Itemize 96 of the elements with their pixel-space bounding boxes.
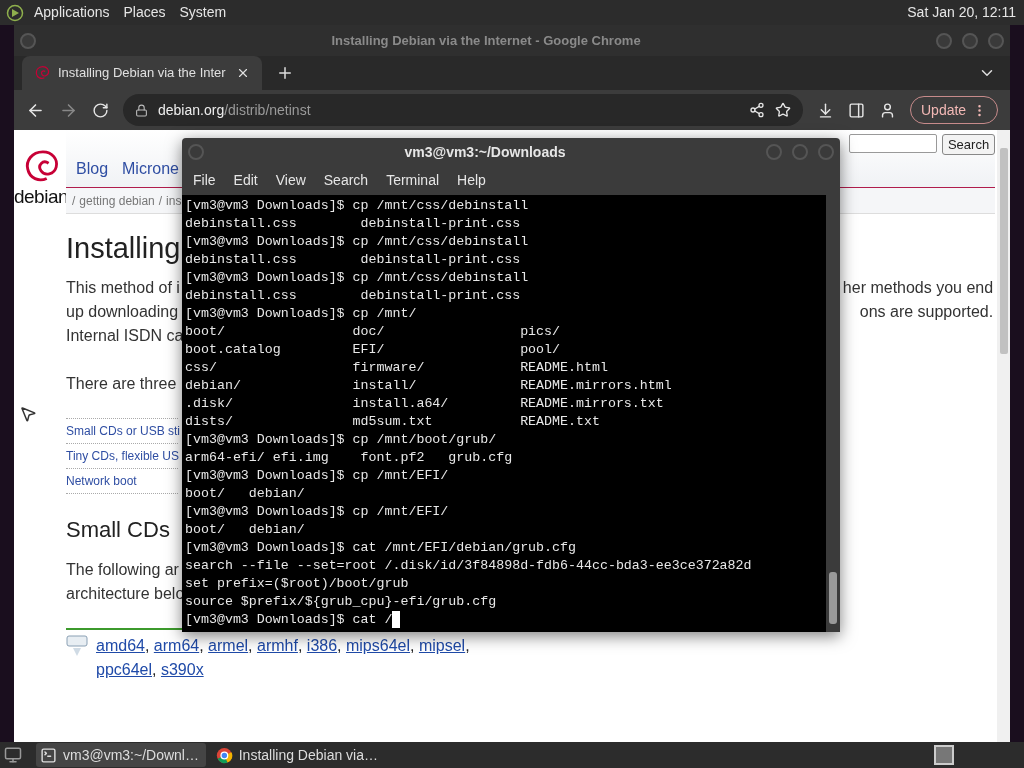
paragraph-text: The following ar — [66, 560, 179, 580]
comma-separator: , — [152, 661, 157, 678]
terminal-line: [vm3@vm3 Downloads]$ cp /mnt/css/debinstall — [185, 233, 529, 251]
terminal-line: dists/ md5sum.txt README.txt — [185, 413, 600, 431]
paragraph-text: There are three — [66, 374, 177, 394]
menu-logo-icon[interactable] — [6, 3, 24, 22]
workspace-switcher[interactable] — [934, 745, 954, 765]
nav-link[interactable]: Microne — [122, 157, 179, 181]
terminal-line: [vm3@vm3 Downloads]$ cp /mnt/css/debinstall — [185, 197, 529, 215]
paragraph-text: ons are supported. — [859, 302, 994, 322]
comma-separator: , — [297, 637, 303, 654]
terminal-line: [vm3@vm3 Downloads]$ cp /mnt/EFI/ — [185, 467, 449, 485]
comma-separator: , — [144, 637, 150, 654]
terminal-line: debinstall.css debinstall-print.css — [185, 287, 521, 305]
breadcrumb-link[interactable]: getting debian — [79, 191, 155, 210]
toc-link[interactable]: Tiny CDs, flexible US — [66, 447, 179, 465]
terminal-line: set prefix=($root)/boot/grub — [185, 575, 409, 593]
architecture-link[interactable]: amd64 — [96, 637, 145, 654]
architecture-link[interactable]: mips64el — [346, 637, 410, 654]
terminal-line: boot/ doc/ pics/ — [185, 323, 561, 341]
terminal-line: [vm3@vm3 Downloads]$ cp /mnt/EFI/ — [185, 503, 449, 521]
comma-separator: , — [465, 637, 470, 654]
window-title: Installing Debian via the Internet - Google Chrome — [330, 31, 642, 50]
lock-icon — [135, 103, 148, 117]
terminal-icon — [40, 746, 57, 764]
architecture-link[interactable]: armel — [208, 637, 249, 654]
toc-link[interactable]: Small CDs or USB sti — [66, 422, 181, 440]
architecture-link[interactable]: armhf — [257, 637, 298, 654]
terminal-menu[interactable]: Search — [316, 170, 376, 191]
address-bar[interactable]: debian.org/distrib/netinst — [123, 94, 803, 126]
terminal-menu[interactable]: Terminal — [379, 170, 447, 191]
terminal-line: boot/ debian/ — [185, 485, 305, 503]
browser-tab[interactable]: Installing Debian via the Inter — [22, 56, 262, 90]
terminal-line: source $prefix/${grub_cpu}-efi/grub.cfg — [185, 593, 497, 611]
panel-menu[interactable]: System — [179, 2, 227, 23]
tab-favicon-icon — [34, 65, 50, 81]
terminal-line: debinstall.css debinstall-print.css — [185, 251, 521, 269]
terminal-line: [vm3@vm3 Downloads]$ cp /mnt/ — [185, 305, 417, 323]
paragraph-text: her methods you end — [842, 278, 994, 298]
terminal-menu[interactable]: Help — [450, 170, 493, 191]
terminal-line: boot.catalog EFI/ pool/ — [185, 341, 561, 359]
terminal-menu[interactable]: Edit — [226, 170, 265, 191]
comma-separator: , — [199, 637, 204, 654]
breadcrumb-separator: / — [158, 192, 163, 210]
bookmark-star-icon[interactable] — [775, 102, 791, 118]
section-heading: Small CDs — [66, 516, 170, 544]
architecture-link[interactable]: arm64 — [153, 637, 200, 654]
toc-link[interactable]: Network boot — [66, 472, 137, 490]
search-field[interactable] — [848, 134, 937, 153]
clock: Sat Jan 20, 12:11 — [907, 3, 1017, 22]
breadcrumb-separator: / — [72, 192, 76, 210]
architecture-link[interactable]: s390x — [160, 661, 204, 678]
terminal-line: [vm3@vm3 Downloads]$ cp /mnt/css/debinstall — [185, 269, 529, 287]
panel-menu[interactable]: Places — [123, 2, 166, 23]
reload-icon[interactable] — [92, 101, 109, 119]
paragraph-text: Internal ISDN ca — [66, 326, 184, 346]
terminal-line: debian/ install/ README.mirrors.html — [185, 377, 672, 395]
comma-separator: , — [337, 637, 342, 654]
terminal-line: debinstall.css debinstall-print.css — [185, 215, 521, 233]
terminal-line: [vm3@vm3 Downloads]$ cat / — [185, 611, 393, 629]
terminal-line: [vm3@vm3 Downloads]$ cp /mnt/boot/grub/ — [185, 431, 497, 449]
terminal-line: css/ firmware/ README.html — [185, 359, 608, 377]
share-icon[interactable] — [749, 102, 765, 118]
terminal-line: arm64-efi/ efi.img font.pf2 grub.cfg — [185, 449, 513, 467]
terminal-line: .disk/ install.a64/ README.mirrors.txt — [185, 395, 664, 413]
comma-separator: , — [248, 637, 253, 654]
terminal-menu[interactable]: View — [268, 170, 313, 191]
window-title: vm3@vm3:~/Downloads — [403, 142, 567, 162]
taskbar-item[interactable]: Installing Debian via… — [212, 743, 382, 767]
panel-menu[interactable]: Applications — [34, 2, 110, 23]
terminal-menu[interactable]: File — [186, 170, 223, 191]
architecture-link[interactable]: ppc64el — [96, 661, 153, 678]
terminal-line: boot/ debian/ — [185, 521, 305, 539]
nav-link[interactable]: Blog — [76, 157, 109, 181]
new-tab-icon[interactable] — [276, 64, 294, 82]
mouse-pointer-icon — [19, 405, 37, 423]
page-scrollbar[interactable] — [997, 130, 1011, 742]
search-button[interactable]: Search — [941, 134, 996, 155]
breadcrumb-link[interactable]: ins — [166, 191, 182, 210]
comma-separator: , — [410, 637, 415, 654]
download-icon[interactable] — [817, 101, 834, 119]
logo-text: debian — [13, 186, 69, 208]
show-desktop-icon[interactable] — [4, 746, 22, 764]
url-text: debian.org/distrib/netinst — [158, 100, 312, 120]
side-panel-icon[interactable] — [848, 101, 865, 119]
architecture-link[interactable]: mipsel — [418, 637, 466, 654]
profile-icon[interactable] — [879, 101, 896, 119]
terminal-line: [vm3@vm3 Downloads]$ cat /mnt/EFI/debian/grub.cfg — [185, 539, 576, 557]
taskbar-item[interactable]: vm3@vm3:~/Downl… — [36, 743, 206, 767]
page-heading: Installing — [66, 231, 181, 266]
close-icon[interactable] — [236, 66, 250, 80]
terminal-line: search --file --set=root /.disk/id/3f84898d-fdb6-44cc-bda3-ee3ce372a82d — [185, 557, 752, 575]
paragraph-text: up downloading — [66, 302, 179, 322]
browser-logo-icon — [216, 746, 233, 764]
paragraph-text: This method of i — [66, 278, 180, 298]
terminal-scrollbar[interactable] — [826, 195, 840, 632]
